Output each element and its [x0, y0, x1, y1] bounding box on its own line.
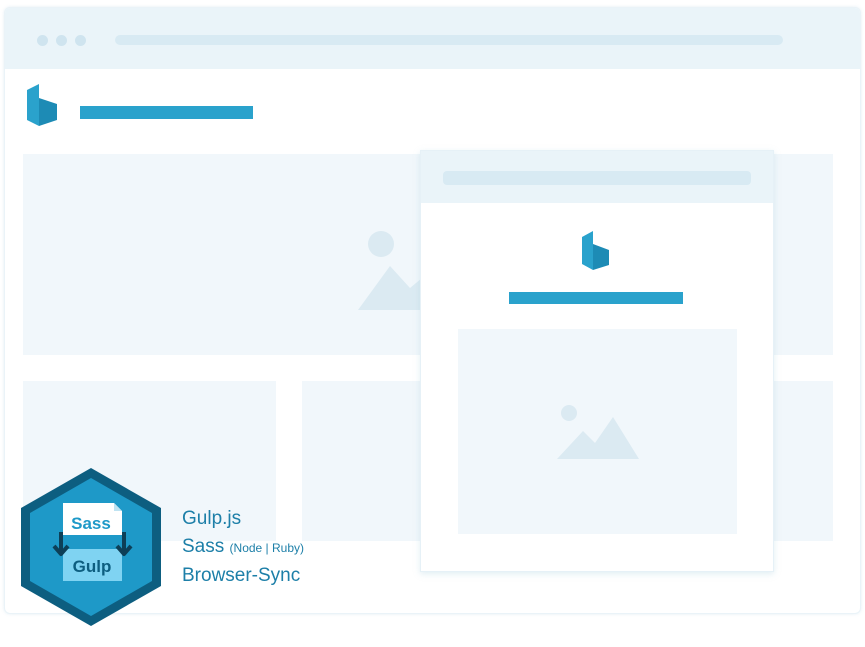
- image-placeholder-icon: [358, 231, 430, 310]
- image-placeholder-icon: [557, 405, 639, 459]
- badge-bottom-label: Gulp: [73, 557, 112, 576]
- feature-gulp: Gulp.js: [182, 508, 242, 529]
- window-dot-icon: [75, 35, 86, 46]
- site-title-placeholder: [80, 106, 253, 119]
- feature-browser-sync: Browser-Sync: [182, 565, 301, 586]
- sass-gulp-badge: Sass Gulp: [21, 468, 161, 626]
- brand-logo-icon: [582, 231, 609, 270]
- feature-sass: Sass (Node | Ruby): [182, 533, 304, 562]
- mobile-title-placeholder: [509, 292, 683, 304]
- feature-sass-note: (Node | Ruby): [229, 541, 305, 555]
- window-dot-icon: [37, 35, 48, 46]
- feature-sass-label: Sass: [182, 536, 225, 557]
- mobile-toolbar: [421, 151, 773, 203]
- mobile-view-mockup: [420, 150, 774, 572]
- window-dot-icon: [56, 35, 67, 46]
- brand-logo-icon: [27, 84, 57, 126]
- page: Sass Gulp Gulp.js Sass (Node | Ruby) Bro…: [0, 0, 865, 647]
- badge-top-label: Sass: [71, 514, 111, 533]
- address-bar-placeholder: [115, 35, 783, 45]
- mobile-address-placeholder: [443, 171, 751, 185]
- browser-toolbar: [5, 8, 860, 69]
- feature-list: Gulp.js Sass (Node | Ruby) Browser-Sync: [182, 505, 304, 590]
